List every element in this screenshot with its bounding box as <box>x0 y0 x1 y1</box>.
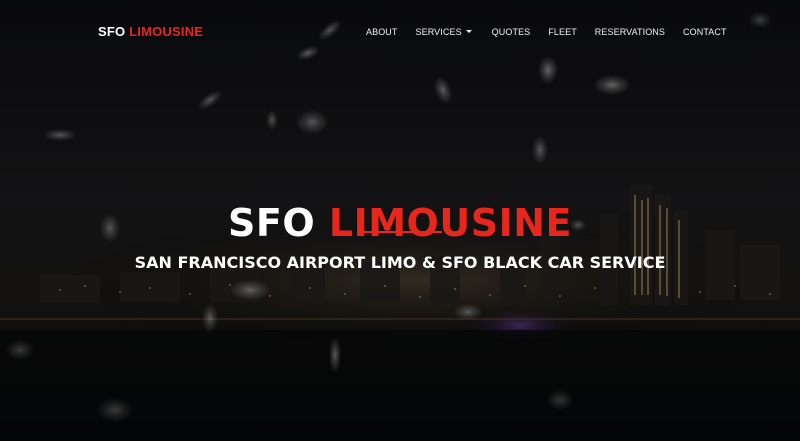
brand-logo-link[interactable]: SFO LIMOUSINE <box>98 24 203 39</box>
nav-item-reservations[interactable]: RESERVATIONS <box>595 27 665 37</box>
nav-item-services[interactable]: SERVICES <box>416 27 472 37</box>
title-divider <box>358 231 442 233</box>
nav-item-quotes[interactable]: QUOTES <box>492 27 531 37</box>
main-menu: ABOUT SERVICES QUOTES FLEET RESERVATIONS… <box>366 27 727 37</box>
nav-item-about[interactable]: ABOUT <box>366 27 398 37</box>
hero-section: SFO LIMOUSINE ABOUT SERVICES QUOTES FLEE… <box>0 0 800 441</box>
nav-item-contact[interactable]: CONTACT <box>683 27 727 37</box>
hero-title: SFO LIMOUSINE <box>0 201 800 245</box>
nav-item-services-label: SERVICES <box>415 27 462 37</box>
caret-down-icon <box>465 30 472 33</box>
brand-text-primary: SFO <box>98 24 126 39</box>
nav-item-fleet[interactable]: FLEET <box>548 27 577 37</box>
hero-title-primary: SFO <box>228 201 316 246</box>
top-navbar: SFO LIMOUSINE ABOUT SERVICES QUOTES FLEE… <box>0 0 800 64</box>
hero-subtitle: SAN FRANCISCO AIRPORT LIMO & SFO BLACK C… <box>134 253 666 273</box>
brand-text-accent: LIMOUSINE <box>129 24 204 39</box>
hero-title-accent: LIMOUSINE <box>328 201 572 246</box>
